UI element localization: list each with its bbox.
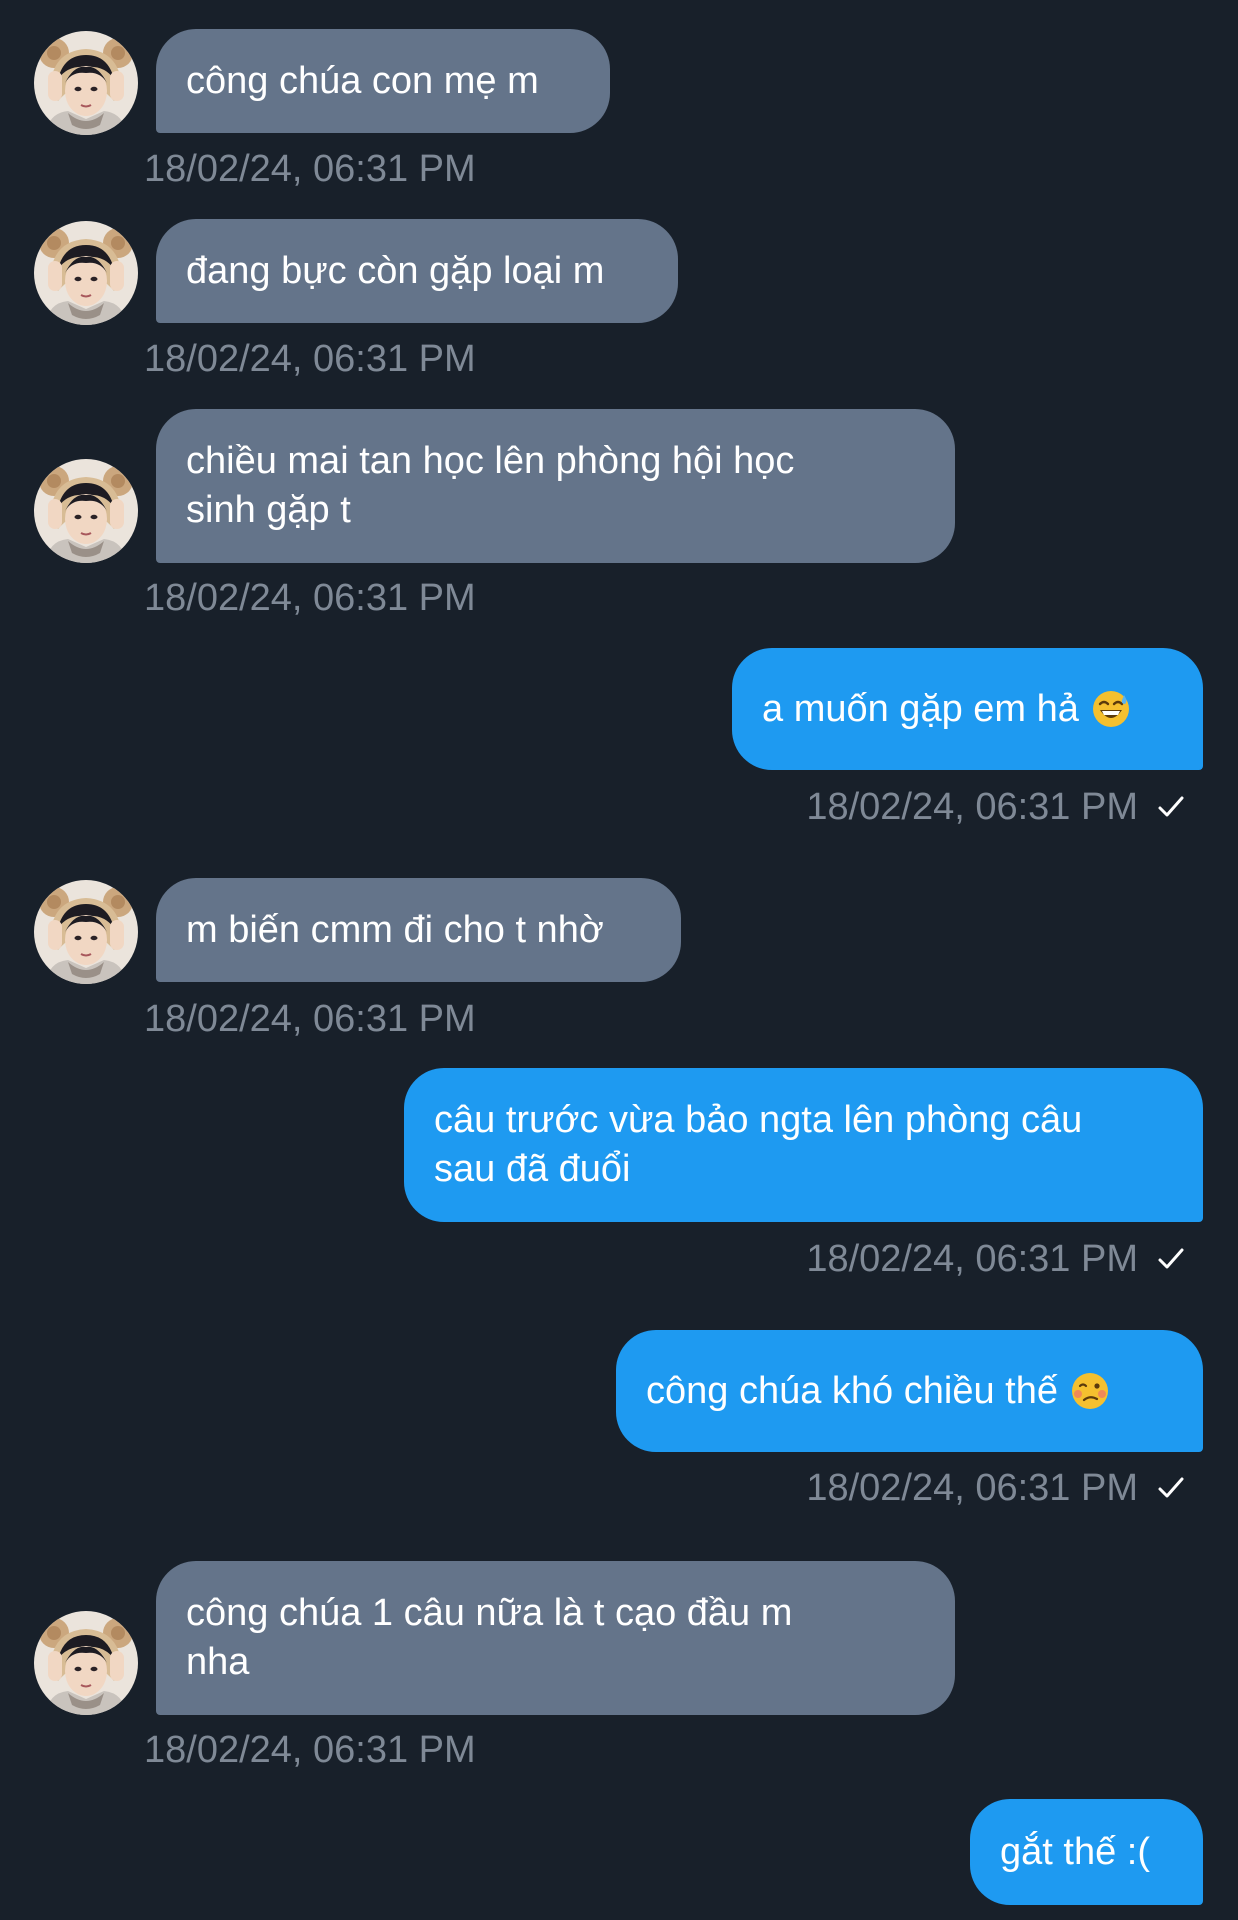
incoming-message-bubble[interactable]: đang bực còn gặp loại m [156, 219, 678, 323]
sender-avatar[interactable] [34, 459, 138, 563]
message-timestamp: 18/02/24, 06:31 PM [806, 1237, 1186, 1281]
message-text: a muốn gặp em hả [762, 687, 1079, 730]
message-text: gắt thế :( [1000, 1830, 1150, 1873]
profile-photo-icon [34, 880, 138, 984]
message-timestamp: 18/02/24, 06:31 PM [144, 577, 476, 619]
sender-avatar[interactable] [34, 221, 138, 325]
read-check-icon [1158, 1248, 1184, 1269]
outgoing-message-bubble[interactable]: câu trước vừa bảo ngta lên phòng câu sau… [404, 1068, 1203, 1222]
incoming-message-bubble[interactable]: công chúa 1 câu nữa là t cạo đầu m nha [156, 1561, 955, 1715]
woozy-face-emoji [1071, 1373, 1108, 1409]
message-timestamp: 18/02/24, 06:31 PM [806, 785, 1186, 829]
message-text: câu trước vừa bảo ngta lên phòng câu sau… [434, 1099, 1083, 1190]
sender-avatar[interactable] [34, 31, 138, 135]
outgoing-message-bubble[interactable]: gắt thế :( [970, 1799, 1203, 1905]
incoming-message-bubble[interactable]: m biến cmm đi cho t nhờ [156, 878, 681, 982]
message-text: công chúa con mẹ m [186, 59, 539, 102]
incoming-message-bubble[interactable]: công chúa con mẹ m [156, 29, 610, 133]
incoming-message-bubble[interactable]: chiều mai tan học lên phòng hội học sinh… [156, 409, 955, 563]
message-text: công chúa 1 câu nữa là t cạo đầu m nha [186, 1592, 793, 1683]
message-timestamp: 18/02/24, 06:31 PM [144, 148, 476, 190]
message-timestamp: 18/02/24, 06:31 PM [144, 338, 476, 380]
message-text: đang bực còn gặp loại m [186, 249, 605, 292]
timestamp-text: 18/02/24, 06:31 PM [806, 786, 1138, 828]
message-timestamp: 18/02/24, 06:31 PM [144, 1729, 476, 1771]
timestamp-text: 18/02/24, 06:31 PM [806, 1238, 1138, 1280]
message-timestamp: 18/02/24, 06:31 PM [806, 1466, 1186, 1510]
profile-photo-icon [34, 221, 138, 325]
message-text: m biến cmm đi cho t nhờ [186, 908, 604, 951]
message-timestamp: 18/02/24, 06:31 PM [144, 998, 476, 1040]
read-check-icon [1158, 1477, 1184, 1498]
sender-avatar[interactable] [34, 1611, 138, 1715]
sender-avatar[interactable] [34, 880, 138, 984]
message-text: chiều mai tan học lên phòng hội học sinh… [186, 440, 795, 531]
profile-photo-icon [34, 31, 138, 135]
read-check-icon [1158, 796, 1184, 817]
message-text: công chúa khó chiều thế [646, 1369, 1058, 1412]
outgoing-message-bubble[interactable]: a muốn gặp em hả [732, 648, 1203, 770]
timestamp-text: 18/02/24, 06:31 PM [806, 1467, 1138, 1509]
profile-photo-icon [34, 459, 138, 563]
grinning-sweat-emoji [1092, 691, 1129, 727]
outgoing-message-bubble[interactable]: công chúa khó chiều thế [616, 1330, 1203, 1452]
profile-photo-icon [34, 1611, 138, 1715]
